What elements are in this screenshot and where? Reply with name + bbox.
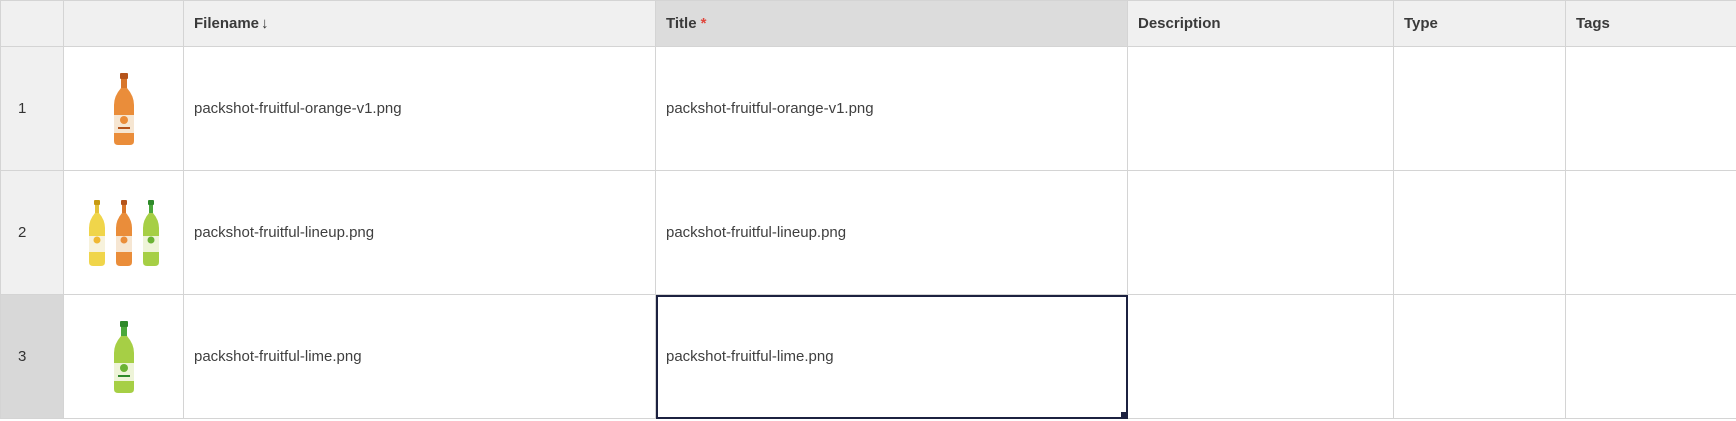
row-number-cell[interactable]: 1 [0, 47, 64, 171]
asset-grid: Filename ↓ Title * Description Type Tags… [0, 0, 1736, 421]
row-number: 1 [18, 100, 27, 117]
tags-cell[interactable] [1566, 295, 1736, 419]
thumbnail-header-cell [64, 0, 184, 47]
column-header-type[interactable]: Type [1394, 0, 1566, 47]
three-bottles-thumbnail [88, 199, 159, 266]
column-header-label: Title [666, 15, 697, 32]
type-cell[interactable] [1394, 295, 1566, 419]
corner-header-cell[interactable] [0, 0, 64, 47]
tags-cell[interactable] [1566, 47, 1736, 171]
orange-bottle-thumbnail [113, 72, 134, 145]
required-asterisk: * [700, 15, 707, 32]
thumbnail-cell[interactable] [64, 47, 184, 171]
filename-text: packshot-fruitful-orange-v1.png [194, 100, 402, 117]
row-number: 3 [18, 348, 27, 365]
thumbnail-cell[interactable] [64, 295, 184, 419]
column-header-label: Type [1404, 15, 1438, 32]
filename-cell[interactable]: packshot-fruitful-orange-v1.png [184, 47, 656, 171]
row-number-cell[interactable]: 2 [0, 171, 64, 295]
filename-cell[interactable]: packshot-fruitful-lineup.png [184, 171, 656, 295]
title-text: packshot-fruitful-lime.png [666, 348, 834, 365]
table-row: 3 packshot-fruitful-lime.png packshot-fr… [0, 295, 1736, 419]
lime-bottle-thumbnail [113, 320, 134, 393]
filename-cell[interactable]: packshot-fruitful-lime.png [184, 295, 656, 419]
description-cell[interactable] [1128, 171, 1394, 295]
title-cell[interactable]: packshot-fruitful-orange-v1.png [656, 47, 1128, 171]
filename-text: packshot-fruitful-lime.png [194, 348, 362, 365]
column-header-description[interactable]: Description [1128, 0, 1394, 47]
filename-text: packshot-fruitful-lineup.png [194, 224, 375, 241]
description-cell[interactable] [1128, 295, 1394, 419]
row-number: 2 [18, 224, 27, 241]
fill-handle[interactable] [1121, 412, 1127, 418]
title-text: packshot-fruitful-lineup.png [666, 224, 847, 241]
column-header-label: Description [1138, 15, 1221, 32]
title-text: packshot-fruitful-orange-v1.png [666, 100, 874, 117]
table-row: 1 packshot-fruitful-orange-v1.png packsh… [0, 47, 1736, 171]
thumbnail-cell[interactable] [64, 171, 184, 295]
column-header-filename[interactable]: Filename ↓ [184, 0, 656, 47]
column-header-title[interactable]: Title * [656, 0, 1128, 47]
title-cell-selected[interactable]: packshot-fruitful-lime.png [656, 295, 1128, 419]
description-cell[interactable] [1128, 47, 1394, 171]
column-header-label: Tags [1576, 15, 1610, 32]
sort-arrow-down-icon[interactable]: ↓ [261, 15, 269, 32]
column-header-label: Filename [194, 15, 260, 32]
grid-header: Filename ↓ Title * Description Type Tags [0, 0, 1736, 47]
table-row: 2 packshot-fruitful-lineup.png packshot-… [0, 171, 1736, 295]
tags-cell[interactable] [1566, 171, 1736, 295]
title-cell[interactable]: packshot-fruitful-lineup.png [656, 171, 1128, 295]
type-cell[interactable] [1394, 171, 1566, 295]
type-cell[interactable] [1394, 47, 1566, 171]
row-number-cell[interactable]: 3 [0, 295, 64, 419]
column-header-tags[interactable]: Tags [1566, 0, 1736, 47]
